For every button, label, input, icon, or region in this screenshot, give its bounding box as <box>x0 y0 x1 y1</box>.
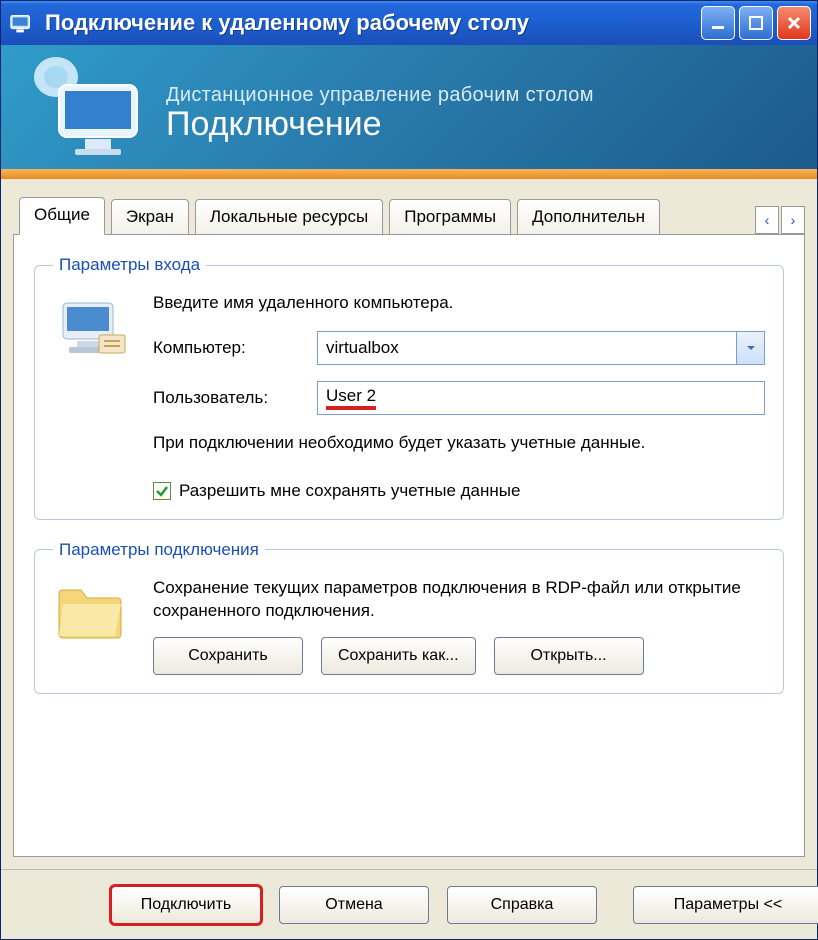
window-title: Подключение к удаленному рабочему столу <box>45 10 701 36</box>
banner-monitor-icon <box>21 55 151 165</box>
tab-general[interactable]: Общие <box>19 197 105 235</box>
titlebar: Подключение к удаленному рабочему столу <box>1 1 817 45</box>
save-button[interactable]: Сохранить <box>153 637 303 675</box>
save-as-button[interactable]: Сохранить как... <box>321 637 476 675</box>
login-computer-icon <box>53 291 143 501</box>
tab-scroll-right[interactable]: › <box>781 206 805 234</box>
login-note: При подключении необходимо будет указать… <box>153 431 765 455</box>
connect-button[interactable]: Подключить <box>111 886 261 924</box>
group-login-settings: Параметры входа Введите имя удаленного к… <box>34 255 784 520</box>
tab-local-resources[interactable]: Локальные ресурсы <box>195 199 383 234</box>
user-value: User 2 <box>326 386 376 410</box>
close-button[interactable] <box>777 6 811 40</box>
login-instruction: Введите имя удаленного компьютера. <box>153 291 765 315</box>
connection-note: Сохранение текущих параметров подключени… <box>153 576 765 624</box>
group-login-legend: Параметры входа <box>53 255 206 275</box>
computer-dropdown-button[interactable] <box>736 332 764 364</box>
tab-panel-general: Параметры входа Введите имя удаленного к… <box>13 234 805 857</box>
group-connection-legend: Параметры подключения <box>53 540 265 560</box>
options-button[interactable]: Параметры << <box>633 886 818 924</box>
user-display: User 2 <box>317 381 765 415</box>
group-connection-settings: Параметры подключения Сохранение текущих… <box>34 540 784 695</box>
minimize-button[interactable] <box>701 6 735 40</box>
rdp-window: Подключение к удаленному рабочему столу … <box>0 0 818 940</box>
tab-advanced[interactable]: Дополнительн <box>517 199 660 234</box>
cancel-button[interactable]: Отмена <box>279 886 429 924</box>
app-icon <box>7 8 37 38</box>
computer-combobox[interactable] <box>317 331 765 365</box>
tabstrip: Общие Экран Локальные ресурсы Программы … <box>1 179 817 234</box>
user-label: Пользователь: <box>153 388 303 408</box>
banner: Дистанционное управление рабочим столом … <box>1 45 817 179</box>
save-credentials-label: Разрешить мне сохранять учетные данные <box>179 481 520 501</box>
help-button[interactable]: Справка <box>447 886 597 924</box>
tab-scroll-left[interactable]: ‹ <box>755 206 779 234</box>
tab-display[interactable]: Экран <box>111 199 189 234</box>
open-button[interactable]: Открыть... <box>494 637 644 675</box>
computer-label: Компьютер: <box>153 338 303 358</box>
window-controls <box>701 6 811 40</box>
tab-programs[interactable]: Программы <box>389 199 511 234</box>
banner-subtitle: Дистанционное управление рабочим столом <box>166 84 594 107</box>
computer-input[interactable] <box>318 338 736 358</box>
folder-icon <box>53 576 143 676</box>
bottom-buttons: Подключить Отмена Справка Параметры << <box>1 869 817 939</box>
maximize-button[interactable] <box>739 6 773 40</box>
banner-title: Подключение <box>166 107 594 141</box>
tab-scroll: ‹ › <box>755 206 805 234</box>
save-credentials-checkbox[interactable] <box>153 482 171 500</box>
